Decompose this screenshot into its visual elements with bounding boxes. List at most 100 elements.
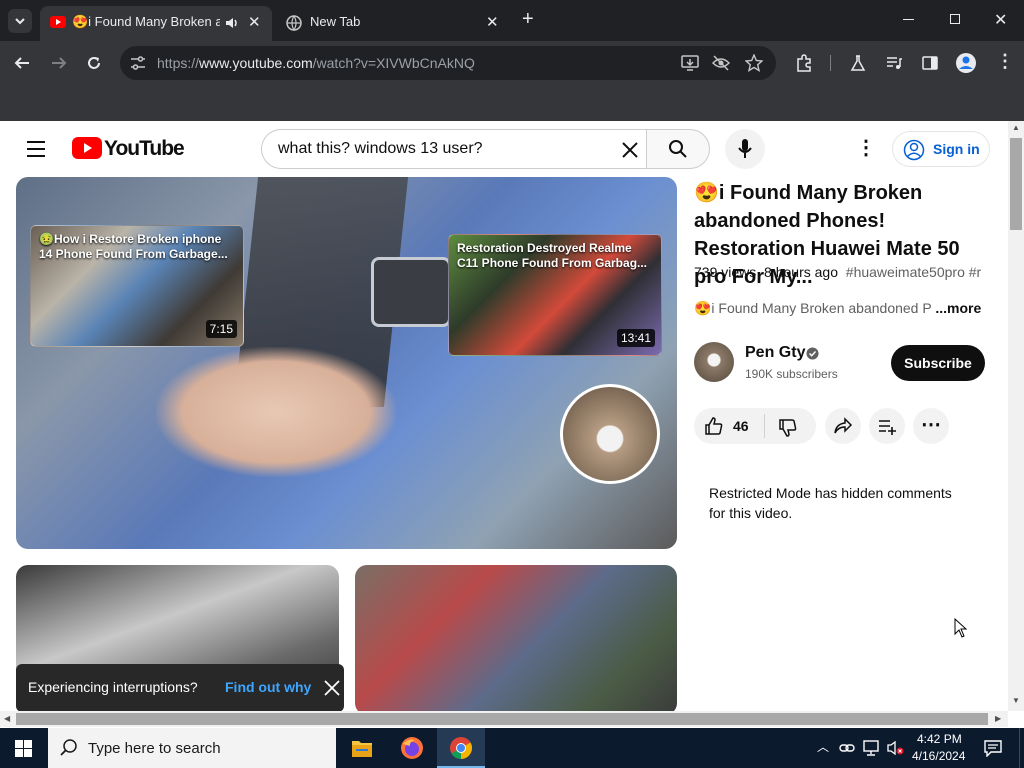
windows-start-icon[interactable] xyxy=(15,740,32,757)
video-frame-hand xyxy=(156,347,396,477)
address-bar[interactable]: https://www.youtube.com/watch?v=XIVWbCnA… xyxy=(120,46,776,80)
end-screen-card-2[interactable]: Restoration Destroyed Realme C11 Phone F… xyxy=(448,234,662,356)
comments-restricted-notice: Restricted Mode has hidden comments for … xyxy=(709,485,952,521)
playlist-add-icon xyxy=(879,420,896,435)
end-screen-card-1[interactable]: 🤢How i Restore Broken iphone 14 Phone Fo… xyxy=(30,225,244,347)
channel-name[interactable]: Pen Gty xyxy=(745,344,805,362)
hamburger-menu-icon[interactable] xyxy=(26,140,46,158)
duration-badge: 13:41 xyxy=(616,329,655,347)
extensions-puzzle-icon[interactable] xyxy=(795,54,813,72)
subscribe-button[interactable]: Subscribe xyxy=(891,345,985,381)
microphone-icon xyxy=(738,139,752,158)
search-input[interactable]: what this? windows 13 user? xyxy=(261,129,647,169)
video-player[interactable]: 🤢How i Restore Broken iphone 14 Phone Fo… xyxy=(16,177,677,549)
more-actions-button[interactable]: ⋯ xyxy=(913,408,949,444)
audio-playing-icon[interactable] xyxy=(224,15,240,31)
tab-search-button[interactable] xyxy=(8,9,32,33)
minimize-icon[interactable] xyxy=(903,19,914,20)
horizontal-scroll-thumb[interactable] xyxy=(16,713,988,725)
subscriber-count: 190K subscribers xyxy=(745,367,838,381)
clear-search-icon[interactable] xyxy=(620,140,640,160)
clock-date[interactable]: 4/16/2024 xyxy=(912,749,965,763)
restore-icon[interactable] xyxy=(950,14,960,24)
show-hidden-icons-chevron-icon[interactable]: ︿ xyxy=(817,738,829,755)
site-settings-icon[interactable] xyxy=(130,56,146,70)
bookmark-star-icon[interactable] xyxy=(745,54,763,72)
scroll-up-arrow-icon[interactable]: ▲ xyxy=(1012,123,1020,132)
taskbar-search-placeholder: Type here to search xyxy=(88,740,221,757)
reload-icon[interactable] xyxy=(85,54,103,72)
search-query-text: what this? windows 13 user? xyxy=(278,140,483,157)
url-text: https://www.youtube.com/watch?v=XIVWbCnA… xyxy=(157,55,475,71)
tab-youtube[interactable]: 😍i Found Many Broken ab ✕ xyxy=(40,6,272,41)
scroll-right-arrow-icon[interactable]: ▶ xyxy=(995,714,1001,723)
bookmarks-bar xyxy=(0,85,1024,121)
channel-avatar[interactable] xyxy=(694,342,734,382)
profile-avatar-icon[interactable] xyxy=(955,52,977,74)
find-out-why-link[interactable]: Find out why xyxy=(225,679,311,695)
chrome-menu-icon[interactable]: ⋮ xyxy=(996,51,1014,72)
volume-muted-icon[interactable] xyxy=(886,740,904,756)
media-control-icon[interactable] xyxy=(885,54,903,72)
network-icon[interactable] xyxy=(862,740,880,756)
youtube-logo-text: YouTube xyxy=(104,137,185,160)
tab-close-icon[interactable]: ✕ xyxy=(486,13,499,31)
back-arrow-icon[interactable] xyxy=(13,54,31,72)
save-to-playlist-button[interactable] xyxy=(869,408,905,444)
chevron-down-icon xyxy=(15,18,25,25)
sign-in-button[interactable]: Sign in xyxy=(892,131,990,167)
clock-time[interactable]: 4:42 PM xyxy=(917,732,962,746)
share-arrow-icon xyxy=(834,417,853,434)
url-path: /watch?v=XIVWbCnAkNQ xyxy=(312,55,475,71)
windows-taskbar: Type here to search ︿ 4:42 PM 4/16/2024 xyxy=(0,728,1024,768)
related-video-thumbnail[interactable] xyxy=(355,565,677,711)
hashtags-link[interactable]: #huaweimate50pro #r xyxy=(846,264,981,280)
taskbar-search-box[interactable]: Type here to search xyxy=(48,728,336,768)
browser-toolbar: https://www.youtube.com/watch?v=XIVWbCnA… xyxy=(0,41,1024,85)
thumbs-down-icon[interactable] xyxy=(778,418,798,438)
chrome-taskbar-button[interactable] xyxy=(437,728,485,768)
settings-more-icon[interactable]: ⋮ xyxy=(856,135,876,160)
vertical-scrollbar[interactable]: ▲ ▼ xyxy=(1008,121,1024,711)
search-icon xyxy=(669,140,687,158)
vertical-scroll-thumb[interactable] xyxy=(1010,138,1022,230)
interruptions-toast: Experiencing interruptions? Find out why xyxy=(16,664,344,711)
view-count: 739 views xyxy=(694,264,757,280)
tab-close-icon[interactable]: ✕ xyxy=(248,13,261,31)
close-window-icon[interactable]: ✕ xyxy=(994,10,1007,30)
side-panel-icon[interactable] xyxy=(921,54,939,72)
voice-search-button[interactable] xyxy=(725,129,765,169)
share-button[interactable] xyxy=(825,408,861,444)
scroll-down-arrow-icon[interactable]: ▼ xyxy=(1012,696,1020,705)
description-snippet[interactable]: 😍i Found Many Broken abandoned P ...more xyxy=(694,300,994,317)
youtube-page: YouTube what this? windows 13 user? ⋮ Si… xyxy=(0,121,1008,711)
toast-text: Experiencing interruptions? xyxy=(28,679,198,695)
thumbs-up-icon xyxy=(705,417,723,435)
channel-watermark-avatar[interactable] xyxy=(560,384,660,484)
url-prefix: https:// xyxy=(157,55,200,71)
like-count: 46 xyxy=(733,418,749,434)
labs-flask-icon[interactable] xyxy=(849,54,867,72)
tab-title: 😍i Found Many Broken ab xyxy=(72,14,220,29)
globe-icon xyxy=(286,15,302,31)
forward-arrow-icon[interactable] xyxy=(50,54,68,72)
scroll-left-arrow-icon[interactable]: ◀ xyxy=(4,714,10,723)
horizontal-scrollbar[interactable]: ◀ ▶ xyxy=(0,711,1008,727)
new-tab-plus-icon[interactable]: + xyxy=(522,9,534,29)
tab-new-tab[interactable]: New Tab ✕ xyxy=(278,6,508,41)
description-more-link[interactable]: ...more xyxy=(935,300,981,316)
show-desktop-button[interactable] xyxy=(1019,728,1024,768)
eye-slash-icon[interactable] xyxy=(712,55,730,71)
card-title: Restoration Destroyed Realme C11 Phone F… xyxy=(457,241,648,270)
url-domain: www.youtube.com xyxy=(199,55,313,71)
link-icon[interactable] xyxy=(839,742,855,754)
close-icon[interactable] xyxy=(323,679,341,697)
like-button[interactable]: 46 xyxy=(694,408,764,444)
file-explorer-icon[interactable] xyxy=(351,738,373,758)
search-button[interactable] xyxy=(646,129,710,169)
youtube-favicon-icon xyxy=(50,16,66,28)
install-app-icon[interactable] xyxy=(681,55,699,71)
firefox-icon[interactable] xyxy=(400,736,424,760)
notifications-icon[interactable] xyxy=(983,739,1003,757)
card-title: 🤢How i Restore Broken iphone 14 Phone Fo… xyxy=(39,232,228,261)
